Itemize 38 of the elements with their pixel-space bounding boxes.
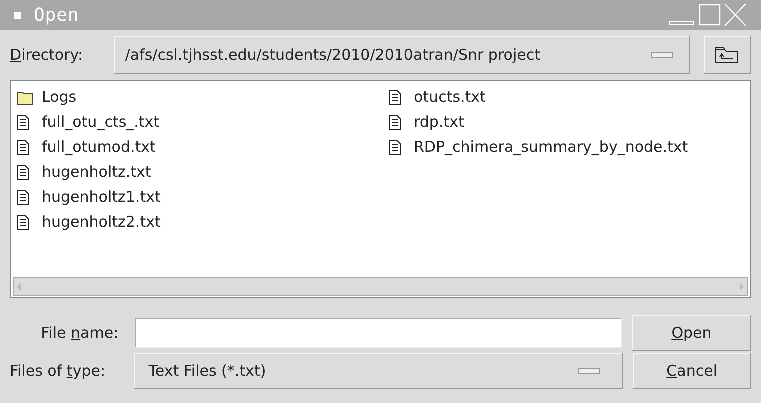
document-icon [17,215,29,230]
folder-icon [17,90,33,104]
document-icon [17,115,29,130]
maximize-icon[interactable] [699,4,721,26]
folder-up-icon [716,48,739,64]
window-title: Open [34,4,80,28]
file-item[interactable]: hugenholtz.txt [42,161,152,184]
file-type-dropdown[interactable]: Text Files (*.txt) [134,353,624,389]
open-button[interactable]: Open [632,315,751,351]
document-icon [389,115,401,130]
file-item[interactable]: full_otu_cts_.txt [42,111,160,134]
file-name-field[interactable] [134,318,622,348]
directory-dropdown[interactable]: /afs/csl.tjhsst.edu/students/2010/2010atran/Snr project [114,36,690,74]
file-item[interactable]: full_otumod.txt [42,136,156,159]
close-icon[interactable] [724,3,747,27]
scroll-right-icon[interactable] [740,282,744,290]
folder-item[interactable]: Logs [42,86,77,109]
scroll-left-icon[interactable] [17,282,21,290]
horizontal-scrollbar[interactable] [13,277,748,296]
file-name-label: File name: [40,322,120,344]
dropdown-indicator-icon [650,52,673,58]
parent-directory-button[interactable] [704,36,751,74]
document-icon [389,140,401,155]
document-icon [17,190,29,205]
file-item[interactable]: RDP_chimera_summary_by_node.txt [414,136,688,159]
window-menu-icon[interactable] [14,12,21,18]
cancel-button[interactable]: Cancel [633,353,751,389]
dropdown-indicator-icon [578,368,600,374]
file-item[interactable]: rdp.txt [414,111,464,134]
document-icon [17,165,29,180]
document-icon [389,90,401,105]
file-type-label: Files of type: [10,360,106,382]
file-item[interactable]: otucts.txt [414,86,486,109]
file-item[interactable]: hugenholtz1.txt [42,186,161,209]
directory-label: Directory: [10,44,84,66]
file-item[interactable]: hugenholtz2.txt [42,211,161,234]
minimize-icon[interactable] [670,22,694,26]
document-icon [17,140,29,155]
